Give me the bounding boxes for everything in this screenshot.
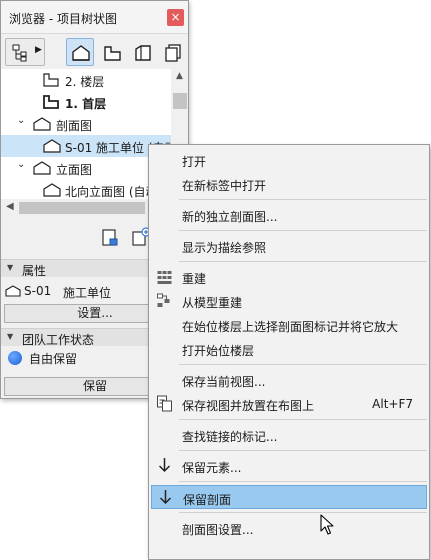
menu-item[interactable]: 新的独立剖面图... (151, 203, 427, 227)
panel-title: 浏览器 - 项目树状图 (9, 12, 117, 26)
menu-item-label: 查找链接的标记... (182, 430, 278, 444)
status-dot-icon (8, 351, 22, 365)
tree-item-label: 北向立面图 (自动 (65, 185, 158, 199)
close-button[interactable]: × (167, 9, 184, 26)
tree-item-label: 2. 楼层 (65, 75, 105, 89)
project-map-view-button[interactable] (66, 38, 94, 66)
menu-item[interactable]: 查找链接的标记... (151, 423, 427, 447)
menu-item[interactable]: 重建 (151, 265, 427, 289)
view-map-icon (104, 46, 121, 61)
mouse-cursor-icon (320, 514, 334, 535)
menu-separator (179, 481, 427, 482)
section-label: 团队工作状态 (22, 333, 95, 347)
menu-separator (179, 450, 427, 451)
menu-separator (179, 419, 427, 420)
browser-toolbar: ▶ (1, 35, 188, 69)
menu-item-label: 在始位楼层上选择剖面图标记并将它放大 (182, 320, 399, 334)
rebuild-from-model-icon (157, 293, 170, 307)
tree-item-label: 1. 首层 (65, 97, 107, 111)
menu-item[interactable]: 保存当前视图... (151, 368, 427, 392)
elevation-folder-icon (33, 161, 51, 175)
elevation-icon (43, 183, 61, 197)
section-folder-icon (33, 117, 51, 131)
section-icon (5, 285, 21, 297)
menu-item-label: 保留元素... (182, 461, 242, 475)
section-label: 属性 (22, 264, 47, 278)
rebuild-icon (157, 271, 172, 284)
tree-item-north-elevation[interactable]: 北向立面图 (自动 (1, 179, 171, 199)
menu-item[interactable]: 保留剖面 (151, 485, 427, 509)
project-map-icon (12, 44, 27, 62)
menu-separator (179, 512, 427, 513)
reserve-arrow-icon (158, 458, 171, 473)
menu-item-label: 保存视图并放置在布图上 (182, 399, 315, 413)
tree-item-sections[interactable]: ⌄ 剖面图 (1, 113, 171, 135)
view-map-button[interactable] (98, 38, 126, 66)
menu-separator (179, 230, 427, 231)
close-icon: × (170, 10, 181, 24)
publisher-sets-icon (165, 44, 181, 62)
publisher-sets-button[interactable] (158, 38, 186, 66)
menu-item-shortcut: Alt+F7 (372, 397, 413, 411)
context-menu: 打开在新标签中打开 新的独立剖面图... 显示为描绘参照 重建从模型重建在始位楼层上选… (148, 144, 430, 560)
chevron-right-icon: ▶ (35, 45, 42, 55)
story-icon (43, 73, 59, 87)
menu-item-label: 在新标签中打开 (182, 179, 267, 193)
menu-item-label: 显示为描绘参照 (182, 241, 267, 255)
scroll-up-icon[interactable]: ▲ (176, 71, 183, 81)
menu-item[interactable]: 打开始位楼层 (151, 337, 427, 361)
project-tree: 2. 楼层 1. 首层 ⌄ 剖面图 S-01 施工单位 (自动 ⌄ 立面图 北向… (1, 69, 171, 199)
menu-item[interactable]: 在始位楼层上选择剖面图标记并将它放大 (151, 313, 427, 337)
scroll-thumb[interactable] (19, 202, 145, 214)
menu-item-label: 剖面图设置... (182, 523, 254, 537)
teamwork-status-text: 自由保留 (29, 352, 78, 366)
title-bar: 浏览器 - 项目树状图 × (1, 1, 188, 34)
menu-item[interactable]: 在新标签中打开 (151, 172, 427, 196)
menu-item-label: 保留剖面 (183, 493, 232, 507)
layout-book-button[interactable] (128, 38, 156, 66)
chevron-down-icon[interactable]: ⌄ (17, 115, 25, 126)
save-view-place-icon (157, 395, 172, 412)
tree-item-label: 立面图 (56, 163, 93, 177)
menu-item[interactable]: 显示为描绘参照 (151, 234, 427, 258)
section-icon (43, 139, 61, 153)
collapse-triangle-icon: ▼ (7, 263, 14, 272)
scroll-thumb[interactable] (173, 93, 187, 109)
map-type-dropdown[interactable]: ▶ (5, 38, 45, 66)
property-id: S-01 (24, 284, 52, 298)
menu-separator (179, 261, 427, 262)
menu-item-label: 打开 (182, 155, 207, 169)
menu-item-label: 重建 (182, 272, 207, 286)
story-icon (43, 95, 59, 109)
layout-book-icon (135, 45, 151, 61)
menu-item[interactable]: 保存视图并放置在布图上 Alt+F7 (151, 392, 427, 416)
view-settings-icon[interactable] (101, 229, 119, 247)
project-map-view-icon (72, 45, 90, 61)
menu-item-label: 新的独立剖面图... (182, 210, 278, 224)
menu-item[interactable]: 保留元素... (151, 454, 427, 478)
tree-item-elevations[interactable]: ⌄ 立面图 (1, 157, 171, 179)
menu-separator (179, 364, 427, 365)
menu-item[interactable]: 剖面图设置... (151, 516, 427, 540)
tree-item-section-s01[interactable]: S-01 施工单位 (自动 (1, 135, 171, 157)
tree-item-label: 剖面图 (56, 119, 93, 133)
tree-item-story-1[interactable]: 1. 首层 (1, 91, 171, 113)
menu-item[interactable]: 从模型重建 (151, 289, 427, 313)
menu-item[interactable]: 打开 (151, 148, 427, 172)
menu-item-label: 保存当前视图... (182, 375, 266, 389)
property-name: 施工单位 (63, 286, 112, 300)
scroll-left-icon[interactable]: ◀ (6, 201, 14, 212)
chevron-down-icon[interactable]: ⌄ (17, 159, 25, 170)
menu-item-label: 从模型重建 (182, 296, 243, 310)
menu-separator (179, 199, 427, 200)
menu-item-label: 打开始位楼层 (182, 344, 255, 358)
collapse-triangle-icon: ▼ (7, 332, 14, 341)
tree-item-story-2[interactable]: 2. 楼层 (1, 69, 171, 91)
reserve-arrow-icon (159, 490, 172, 505)
